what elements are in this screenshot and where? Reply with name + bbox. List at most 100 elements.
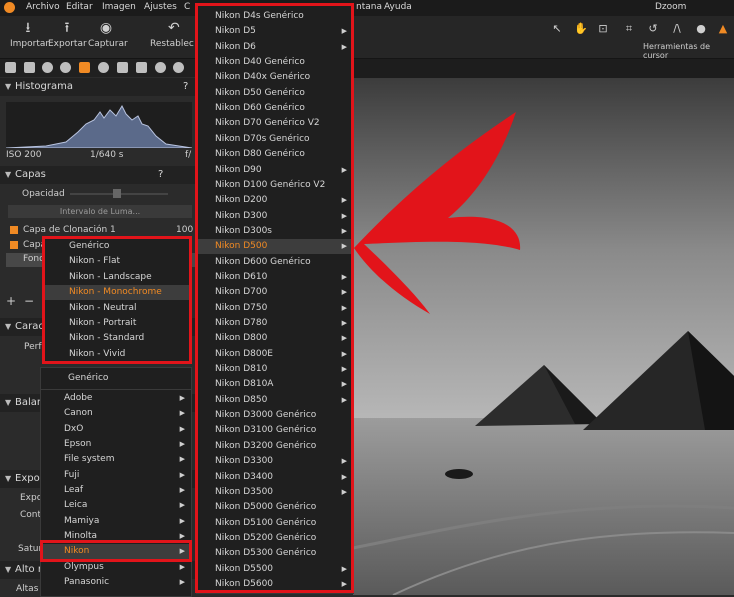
brand-item[interactable]: Epson ▶ [41, 437, 191, 452]
add-layer-icon[interactable]: + [6, 294, 16, 308]
brand-item[interactable]: File system ▶ [41, 452, 191, 467]
menu-ayuda[interactable]: Ayuda [384, 2, 412, 12]
camera-item[interactable]: Nikon D60 Genérico [197, 101, 353, 116]
camera-item[interactable]: Nikon D800E ▶ [197, 347, 353, 362]
brand-item[interactable]: Panasonic ▶ [41, 575, 191, 590]
brand-item[interactable]: Leica ▶ [41, 498, 191, 513]
camera-item[interactable]: Nikon D100 Genérico V2 [197, 178, 353, 193]
layer-check-icon[interactable] [10, 241, 18, 249]
tab-exposure-icon[interactable] [79, 62, 90, 73]
tab-library-icon[interactable] [5, 62, 16, 73]
pan-hand-icon[interactable]: ✋ [574, 22, 588, 36]
curve-item[interactable]: Nikon - Standard [45, 331, 190, 346]
camera-item[interactable]: Nikon D70s Genérico [197, 132, 353, 147]
menu-editar[interactable]: Editar [66, 2, 93, 12]
keystone-icon[interactable]: /\ [670, 22, 684, 36]
menu-partial-c[interactable]: C [184, 2, 190, 12]
brand-item-selected[interactable]: Nikon ▶ [41, 544, 191, 559]
curve-item-selected[interactable]: Nikon - Monochrome [45, 285, 190, 300]
curve-item[interactable]: Nikon - Landscape [45, 270, 190, 285]
camera-item[interactable]: Nikon D750 ▶ [197, 301, 353, 316]
menu-ajustes[interactable]: Ajustes [144, 2, 177, 12]
camera-item[interactable]: Nikon D5300 Genérico [197, 546, 353, 561]
tab-lens-icon[interactable] [42, 62, 53, 73]
camera-item[interactable]: Nikon D3100 Genérico [197, 423, 353, 438]
camera-item[interactable]: Nikon D3400 ▶ [197, 470, 353, 485]
camera-item[interactable]: Nikon D5200 Genérico [197, 531, 353, 546]
brand-item[interactable]: Olympus ▶ [41, 560, 191, 575]
camera-item[interactable]: Nikon D600 Genérico [197, 255, 353, 270]
crop-icon[interactable]: ⌗ [622, 22, 636, 36]
import-button[interactable]: ⭳ Importar [10, 20, 49, 49]
brand-item[interactable]: Minolta ▶ [41, 529, 191, 544]
remove-layer-icon[interactable]: − [24, 294, 34, 308]
camera-item[interactable]: Nikon D40 Genérico [197, 55, 353, 70]
histogram-help[interactable]: ? [183, 81, 188, 92]
camera-item-selected[interactable]: Nikon D500 ▶ [197, 239, 353, 255]
brand-item[interactable]: Leaf ▶ [41, 483, 191, 498]
camera-item[interactable]: Nikon D700 ▶ [197, 285, 353, 300]
curve-item[interactable]: Nikon - Neutral [45, 301, 190, 316]
layers-help[interactable]: ? [158, 169, 163, 180]
brand-item[interactable]: DxO ▶ [41, 422, 191, 437]
zoom-icon[interactable]: ⊡ [596, 22, 610, 36]
rotate-icon[interactable]: ↺ [646, 22, 660, 36]
capture-button[interactable]: ◉ Capturar [88, 20, 128, 49]
camera-item[interactable]: Nikon D4s Genérico [197, 9, 353, 24]
camera-item[interactable]: Nikon D5600 ▶ [197, 577, 353, 592]
select-cursor-icon[interactable]: ↖ [550, 22, 564, 36]
curve-item[interactable]: Genérico [45, 239, 190, 254]
camera-item[interactable]: Nikon D850 ▶ [197, 393, 353, 408]
camera-item[interactable]: Nikon D90 ▶ [197, 163, 353, 178]
menu-ventana[interactable]: ntana [356, 2, 382, 12]
layer-check-icon[interactable] [10, 226, 18, 234]
menu-imagen[interactable]: Imagen [102, 2, 136, 12]
camera-item[interactable]: Nikon D300s ▶ [197, 224, 353, 239]
camera-item[interactable]: Nikon D5100 Genérico [197, 516, 353, 531]
camera-item[interactable]: Nikon D3300 ▶ [197, 454, 353, 469]
tab-color-icon[interactable] [60, 62, 71, 73]
camera-item[interactable]: Nikon D810 ▶ [197, 362, 353, 377]
curve-item[interactable]: Nikon - Flat [45, 254, 190, 269]
tab-capture-icon[interactable] [24, 62, 35, 73]
spot-icon[interactable]: ● [694, 22, 708, 36]
camera-item[interactable]: Nikon D3000 Genérico [197, 408, 353, 423]
camera-item[interactable]: Nikon D6 ▶ [197, 40, 353, 55]
tab-details-icon[interactable] [98, 62, 109, 73]
curve-item[interactable]: Nikon - Vivid [45, 347, 190, 362]
camera-item[interactable]: Nikon D3500 ▶ [197, 485, 353, 500]
camera-item[interactable]: Nikon D200 ▶ [197, 193, 353, 208]
brand-item[interactable]: Adobe ▶ [41, 391, 191, 406]
export-button[interactable]: ⭱ Exportar [48, 20, 87, 49]
layer-row[interactable]: Capa de Clonación 1 100 [6, 224, 196, 238]
menu-archivo[interactable]: Archivo [26, 2, 60, 12]
tab-settings-icon[interactable] [173, 62, 184, 73]
camera-item[interactable]: Nikon D70 Genérico V2 [197, 116, 353, 131]
camera-item[interactable]: Nikon D300 ▶ [197, 209, 353, 224]
tab-info-icon[interactable] [155, 62, 166, 73]
camera-item[interactable]: Nikon D5500 ▶ [197, 562, 353, 577]
camera-item[interactable]: Nikon D810A ▶ [197, 377, 353, 392]
camera-item[interactable]: Nikon D800 ▶ [197, 331, 353, 346]
reset-button[interactable]: ↶ Restablec [150, 20, 194, 49]
camera-item[interactable]: Nikon D80 Genérico [197, 147, 353, 162]
opacity-slider-thumb[interactable] [113, 189, 121, 198]
histogram-header[interactable]: ▼ Histograma ? [0, 78, 196, 96]
camera-item[interactable]: Nikon D3200 Genérico [197, 439, 353, 454]
luma-range-button[interactable]: Intervalo de Luma... [8, 205, 192, 218]
camera-item[interactable]: Nikon D610 ▶ [197, 270, 353, 285]
tab-local-adjust-icon[interactable] [117, 62, 128, 73]
tab-metadata-icon[interactable] [136, 62, 147, 73]
curve-item[interactable]: Nikon - Portrait [45, 316, 190, 331]
layers-header[interactable]: ▼ Capas ? [0, 166, 196, 184]
camera-item[interactable]: Nikon D780 ▶ [197, 316, 353, 331]
camera-item[interactable]: Nikon D40x Genérico [197, 70, 353, 85]
brand-item[interactable]: Genérico [41, 371, 191, 386]
camera-item[interactable]: Nikon D50 Genérico [197, 86, 353, 101]
camera-item[interactable]: Nikon D5 ▶ [197, 24, 353, 39]
brand-item[interactable]: Mamiya ▶ [41, 514, 191, 529]
camera-item[interactable]: Nikon D5000 Genérico [197, 500, 353, 515]
brand-item[interactable]: Canon ▶ [41, 406, 191, 421]
stamp-icon[interactable]: ▲ [716, 22, 730, 36]
brand-item[interactable]: Fuji ▶ [41, 468, 191, 483]
